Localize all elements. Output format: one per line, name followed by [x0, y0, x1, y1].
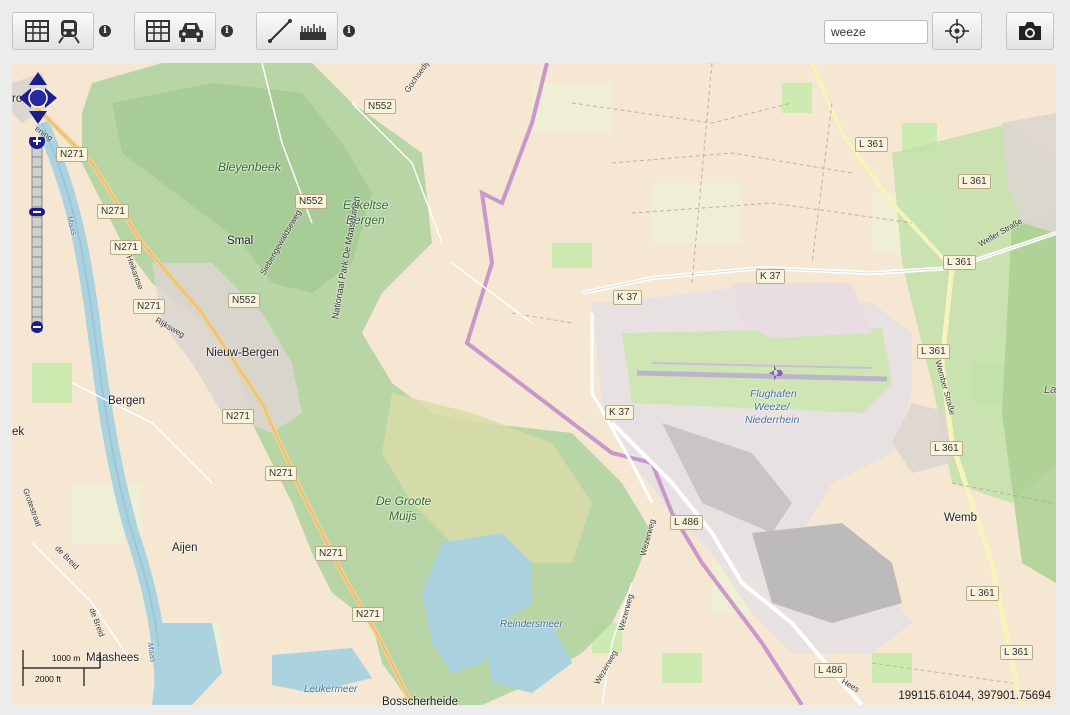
road-shield: N552: [295, 194, 327, 209]
pan-down-arrow-icon[interactable]: [29, 111, 47, 124]
place-label: Bergen: [108, 395, 146, 407]
search-input[interactable]: [824, 20, 928, 44]
road-shield: L 361: [930, 441, 963, 456]
scale-metric-label: 1000 m: [52, 653, 81, 663]
zoom-handle[interactable]: [29, 208, 45, 216]
pan-up-arrow-icon[interactable]: [29, 72, 47, 85]
map-view[interactable]: Bleyenbeek Eckeltse Bergen Smal Nieuw-Be…: [12, 63, 1056, 705]
map-tiles: [12, 63, 1056, 705]
table-icon: [146, 20, 170, 42]
road-shield: L 486: [814, 663, 847, 678]
coordinates-readout: 199115.61044, 397901.75694: [896, 690, 1053, 702]
car-table-button[interactable]: [134, 12, 216, 50]
scale-imperial-label: 2000 ft: [35, 674, 61, 684]
place-label: Bleyenbeek: [218, 160, 281, 174]
place-label: Wemb: [944, 512, 978, 524]
road-shield: K 37: [756, 269, 785, 284]
place-label: Aijen: [172, 542, 198, 554]
road-shield: N271: [97, 204, 129, 219]
road-shield: N271: [315, 546, 347, 561]
place-label: Bosscherheide: [382, 696, 459, 705]
road-shield: L 361: [958, 174, 991, 189]
place-label: La: [1044, 384, 1056, 396]
place-label: Weeze/: [754, 401, 790, 413]
road-shield: N552: [228, 293, 260, 308]
road-shield: N271: [110, 240, 142, 255]
road-shield: N271: [222, 409, 254, 424]
pan-control[interactable]: [18, 71, 58, 125]
info-icon[interactable]: i: [99, 25, 111, 37]
road-shield: L 361: [1000, 645, 1033, 660]
train-icon: [58, 20, 80, 44]
zoom-out-icon[interactable]: [31, 321, 43, 333]
info-icon[interactable]: i: [221, 25, 233, 37]
place-label: Reindersmeer: [500, 619, 563, 630]
road-shield: L 361: [943, 255, 976, 270]
train-table-button[interactable]: [12, 12, 94, 50]
table-icon: [25, 20, 49, 42]
place-label: Nieuw-Bergen: [206, 347, 279, 359]
place-label: ek: [12, 426, 25, 438]
line-icon: [268, 19, 292, 43]
road-shield: N271: [133, 299, 165, 314]
zoom-slider[interactable]: [29, 137, 45, 333]
zoom-in-icon[interactable]: [29, 137, 45, 149]
toolbar: i i i: [0, 0, 1070, 62]
info-icon[interactable]: i: [343, 25, 355, 37]
road-shield: N271: [56, 147, 88, 162]
locate-button[interactable]: [932, 12, 982, 50]
place-label: Niederrhein: [745, 414, 800, 426]
road-shield: K 37: [613, 290, 642, 305]
place-label: Flughafen: [750, 388, 797, 400]
screenshot-button[interactable]: [1006, 12, 1054, 50]
place-label: Muijs: [389, 509, 418, 523]
road-shield: N271: [352, 607, 384, 622]
road-shield: K 37: [605, 405, 634, 420]
camera-icon: [1019, 22, 1041, 40]
measure-button[interactable]: [256, 12, 338, 50]
crosshair-icon: [945, 19, 969, 43]
road-shield: L 361: [917, 344, 950, 359]
road-shield: L 486: [670, 515, 703, 530]
road-shield: L 361: [966, 586, 999, 601]
ruler-icon: [300, 24, 326, 40]
place-label: Smal: [227, 235, 254, 247]
road-shield: L 361: [855, 137, 888, 152]
road-shield: N552: [364, 99, 396, 114]
car-icon: [179, 23, 203, 42]
place-label: Leukermeer: [304, 684, 358, 695]
road-shield: N271: [265, 466, 297, 481]
place-label: De Groote: [376, 494, 432, 508]
